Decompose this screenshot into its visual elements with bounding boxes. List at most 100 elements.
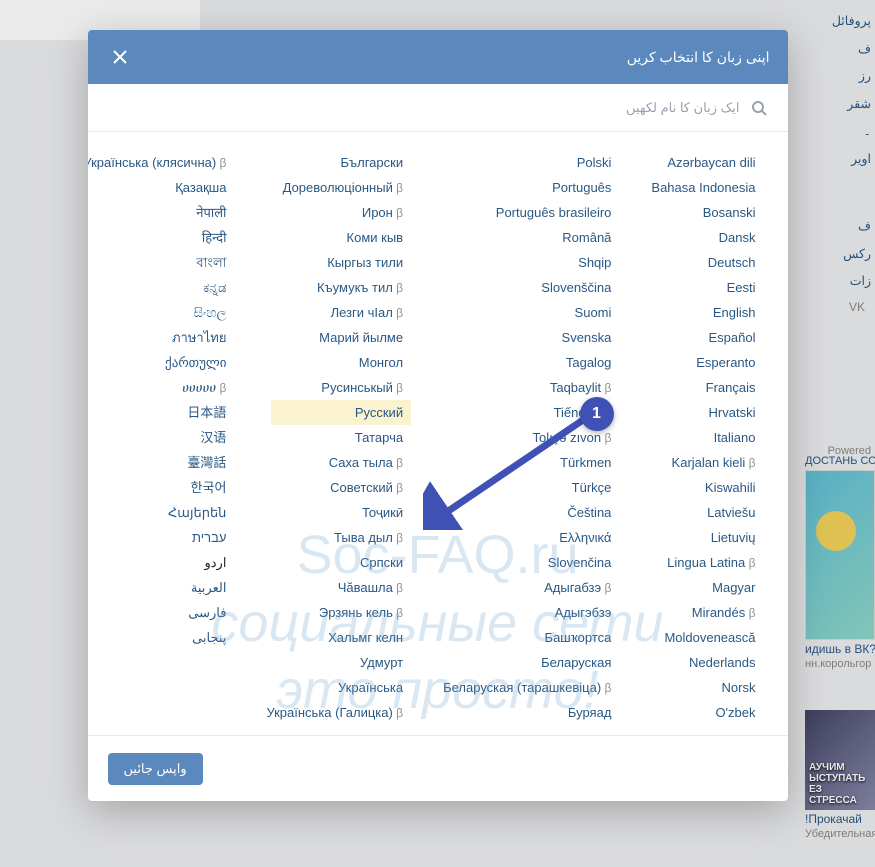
lang-option[interactable]: Хальмг келн xyxy=(320,625,411,650)
lang-option[interactable]: Tagalog xyxy=(558,350,620,375)
lang-option[interactable]: Հայերեն xyxy=(160,500,234,525)
lang-option[interactable]: Къумукъ тил xyxy=(309,275,411,300)
lang-option[interactable]: Dansk xyxy=(711,225,764,250)
lang-option[interactable]: Советский xyxy=(322,475,411,500)
lang-option[interactable]: Hrvatski xyxy=(701,400,764,425)
lang-option[interactable]: 한국어 xyxy=(183,475,235,500)
lang-option[interactable]: Azərbaycan dili xyxy=(659,150,763,175)
lang-option[interactable]: Slovenščina xyxy=(533,275,619,300)
lang-option: اردو xyxy=(196,550,234,575)
lang-option[interactable]: Дореволюціонный xyxy=(275,175,411,200)
lang-option[interactable]: Slovenčina xyxy=(540,550,620,575)
lang-option[interactable]: Latviešu xyxy=(699,500,763,525)
lang-option[interactable]: Español xyxy=(701,325,764,350)
lang-option[interactable]: Taqbaylit xyxy=(542,375,620,400)
lang-option[interactable]: Кыргыз тили xyxy=(319,250,411,275)
lang-option[interactable]: English xyxy=(705,300,764,325)
lang-option[interactable]: Kiswahili xyxy=(697,475,764,500)
lang-option[interactable]: සිංහල xyxy=(186,300,235,325)
lang-option[interactable]: Саха тыла xyxy=(321,450,411,475)
language-modal: اپنی زبان کا انتخاب کریں Soc-FAQ.ru соци… xyxy=(88,30,788,801)
back-button[interactable]: واپس جائیں xyxy=(108,753,203,785)
lang-option[interactable]: Bosanski xyxy=(695,200,764,225)
lang-option[interactable]: Bahasa Indonesia xyxy=(643,175,763,200)
lang-option[interactable]: Монгол xyxy=(351,350,411,375)
lang-option[interactable]: Deutsch xyxy=(700,250,764,275)
lang-option[interactable]: ሀሀሀሀሀ xyxy=(174,375,234,400)
lang-option[interactable]: Türkçe xyxy=(564,475,620,500)
lang-option[interactable]: Čeština xyxy=(559,500,619,525)
lang-option[interactable]: Italiano xyxy=(706,425,764,450)
modal-footer: واپس جائیں xyxy=(88,735,788,801)
lang-option[interactable]: Лезги чІал xyxy=(323,300,412,325)
lang-option[interactable]: Norsk xyxy=(714,675,764,700)
lang-option[interactable]: Română xyxy=(554,225,619,250)
lang-option[interactable]: Чӑвашла xyxy=(330,575,411,600)
lang-option[interactable]: Suomi xyxy=(567,300,620,325)
lang-option[interactable]: Português brasileiro xyxy=(488,200,620,225)
close-button[interactable] xyxy=(106,43,134,71)
lang-option[interactable]: Français xyxy=(698,375,764,400)
lang-column: PolskiPortuguêsPortuguês brasileiroRomân… xyxy=(435,150,643,725)
lang-option[interactable]: Tolışə zıvon xyxy=(525,425,620,450)
lang-option[interactable]: Українська (клясична) xyxy=(88,150,235,175)
search-input[interactable] xyxy=(108,100,740,115)
lang-option[interactable]: 汉语 xyxy=(192,425,234,450)
lang-option[interactable]: Karjalan kieli xyxy=(664,450,764,475)
lang-option[interactable]: বাংলা xyxy=(188,250,234,275)
lang-option[interactable]: ಕನ್ನಡ xyxy=(195,275,234,300)
lang-option[interactable]: Коми кыв xyxy=(339,225,412,250)
lang-option[interactable]: Адыгабзэ xyxy=(536,575,619,600)
lang-option[interactable]: Shqip xyxy=(570,250,619,275)
lang-option[interactable]: پنجابی xyxy=(184,625,234,650)
lang-option[interactable]: O'zbek xyxy=(707,700,763,725)
lang-option[interactable]: Українська xyxy=(330,675,411,700)
lang-option[interactable]: Тыва дыл xyxy=(326,525,411,550)
lang-option[interactable]: עברית xyxy=(184,525,234,550)
lang-option[interactable]: Български xyxy=(332,150,411,175)
lang-option[interactable]: Lingua Latina xyxy=(659,550,763,575)
lang-option[interactable]: ภาษาไทย xyxy=(164,325,234,350)
lang-option[interactable]: Эрзянь кель xyxy=(311,600,411,625)
lang-column: Azərbaycan diliBahasa IndonesiaBosanskiD… xyxy=(643,150,787,725)
lang-option[interactable]: Татарча xyxy=(347,425,411,450)
lang-option[interactable]: Ирон xyxy=(354,200,411,225)
modal-title: اپنی زبان کا انتخاب کریں xyxy=(134,49,770,66)
lang-option[interactable]: فارسی xyxy=(180,600,234,625)
lang-option[interactable]: 日本語 xyxy=(179,400,234,425)
lang-option[interactable]: Беларуская (тарашкевіца) xyxy=(435,675,619,700)
lang-option[interactable]: Буряад xyxy=(560,700,620,725)
lang-option[interactable]: Magyar xyxy=(704,575,763,600)
lang-option[interactable]: Қазақша xyxy=(167,175,234,200)
lang-option[interactable]: Türkmen xyxy=(552,450,619,475)
lang-option[interactable]: ქართული xyxy=(157,350,234,375)
modal-header: اپنی زبان کا انتخاب کریں xyxy=(88,30,788,84)
lang-option[interactable]: Moldovenească xyxy=(656,625,763,650)
lang-option[interactable]: Lietuvių xyxy=(703,525,764,550)
lang-column: БългарскиДореволюціонныйИронКоми кывКырг… xyxy=(258,150,435,725)
lang-option[interactable]: Mirandés xyxy=(684,600,764,625)
lang-option[interactable]: Тоҷикӣ xyxy=(354,500,411,525)
lang-option[interactable]: Марий йылме xyxy=(311,325,411,350)
lang-option[interactable]: Українська (Галицка) xyxy=(258,700,411,725)
lang-option[interactable]: Русский xyxy=(271,400,411,425)
lang-option[interactable]: 臺灣話 xyxy=(179,450,234,475)
lang-option[interactable]: Esperanto xyxy=(688,350,763,375)
lang-option[interactable]: Удмурт xyxy=(352,650,411,675)
lang-option[interactable]: Polski xyxy=(569,150,620,175)
lang-option[interactable]: Беларуская xyxy=(533,650,619,675)
lang-option[interactable]: नेपाली xyxy=(188,200,234,225)
lang-option[interactable]: Ελληνικά xyxy=(551,525,619,550)
lang-option[interactable]: Svenska xyxy=(554,325,620,350)
lang-option[interactable]: Eesti xyxy=(719,275,764,300)
search-bar xyxy=(88,84,788,132)
lang-option[interactable]: Башҡортса xyxy=(537,625,620,650)
lang-option[interactable]: Português xyxy=(544,175,619,200)
annotation-badge-1: 1 xyxy=(580,397,614,431)
lang-option[interactable]: Адыгэбзэ xyxy=(547,600,620,625)
lang-option[interactable]: العربية xyxy=(183,575,235,600)
lang-option[interactable]: हिन्दी xyxy=(194,225,235,250)
lang-option[interactable]: Српски xyxy=(352,550,411,575)
lang-option[interactable]: Русинськый xyxy=(313,375,411,400)
lang-option[interactable]: Nederlands xyxy=(681,650,764,675)
